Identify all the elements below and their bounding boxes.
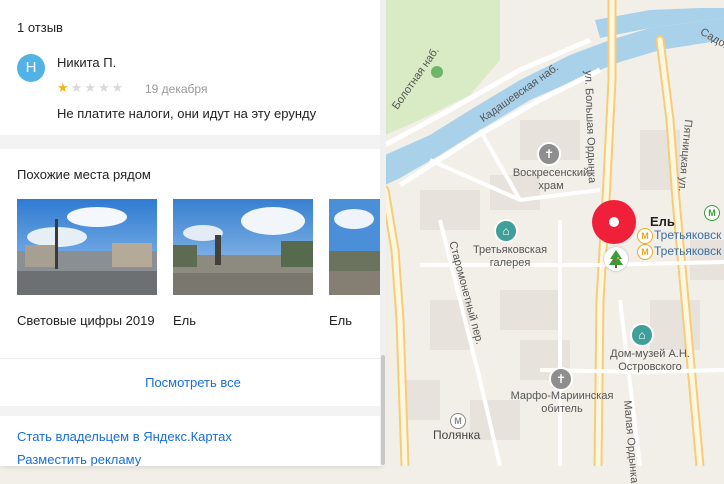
church-icon[interactable]: ✝ <box>537 142 561 166</box>
selected-place-pin[interactable] <box>592 200 636 244</box>
similar-place-caption[interactable]: Ель <box>173 313 196 328</box>
review-author[interactable]: Никита П. <box>57 55 116 70</box>
place-ad-link[interactable]: Разместить рекламу <box>17 452 141 466</box>
see-all-link[interactable]: Посмотреть все <box>0 375 380 390</box>
metro-icon[interactable]: М <box>637 228 653 244</box>
metro-icon[interactable]: М <box>637 244 653 260</box>
similar-place-caption[interactable]: Ель <box>329 313 352 328</box>
pin-dot <box>609 217 619 227</box>
selected-place-label[interactable]: Ель <box>650 214 675 229</box>
poi-label-gallery[interactable]: Третьяковская галерея <box>470 244 550 270</box>
museum-icon[interactable]: ⌂ <box>494 219 518 243</box>
museum-icon[interactable]: ⌂ <box>630 323 654 347</box>
star-icon: ★ <box>71 80 85 95</box>
scrollbar-thumb[interactable] <box>381 355 385 465</box>
similar-place-photo[interactable] <box>173 199 313 295</box>
become-owner-link[interactable]: Стать владельцем в Яндекс.Картах <box>17 429 232 444</box>
similar-place-photo[interactable] <box>17 199 157 295</box>
tree-glyph <box>604 247 628 271</box>
star-icon: ★ <box>84 80 98 95</box>
metro-label-tretyakovskaya[interactable]: Третьяковск <box>654 228 721 242</box>
similar-place-photo[interactable] <box>329 199 380 295</box>
place-card-panel: 1 отзыв Н Никита П. ★★★★★ 19 декабря Не … <box>0 0 380 466</box>
poi-label-museum[interactable]: Дом-музей А.Н. Островского <box>600 348 700 374</box>
metro-icon[interactable]: М <box>450 413 466 429</box>
tree-icon[interactable] <box>604 247 628 271</box>
metro-icon[interactable]: М <box>704 205 720 221</box>
similar-places-title: Похожие места рядом <box>17 167 151 182</box>
rating-stars: ★★★★★ <box>57 80 125 96</box>
similar-place-caption[interactable]: Световые цифры 2019 <box>17 313 155 328</box>
section-divider <box>0 135 380 149</box>
section-divider <box>0 406 380 416</box>
poi-label-convent[interactable]: Марфо-Мариинская обитель <box>510 390 614 416</box>
star-icon: ★ <box>57 80 71 95</box>
poi-label-church[interactable]: Воскресенский храм <box>506 167 596 193</box>
star-icon: ★ <box>112 80 126 95</box>
divider <box>0 358 380 359</box>
avatar: Н <box>17 54 45 82</box>
review-text: Не платите налоги, они идут на эту ерунд… <box>57 106 316 121</box>
metro-label-polyanka[interactable]: Полянка <box>433 428 480 442</box>
review-date: 19 декабря <box>145 82 207 96</box>
scrollbar[interactable] <box>380 0 386 466</box>
metro-label-tretyakovskaya-2[interactable]: Третьяковск <box>654 244 721 258</box>
star-icon: ★ <box>98 80 112 95</box>
reviews-count: 1 отзыв <box>17 20 63 35</box>
church-icon[interactable]: ✝ <box>549 367 573 391</box>
